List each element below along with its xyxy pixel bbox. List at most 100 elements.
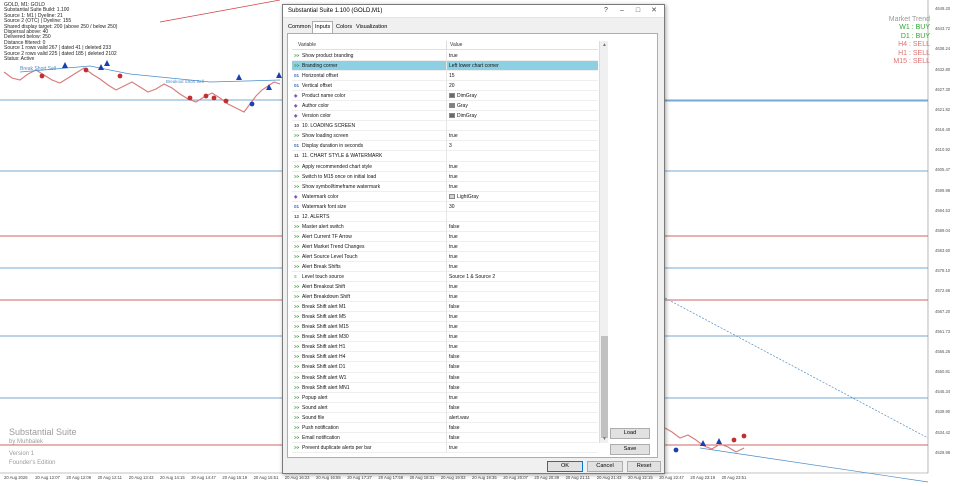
input-value[interactable]: true: [449, 294, 458, 300]
input-value[interactable]: true: [449, 324, 458, 330]
input-value[interactable]: 20: [449, 83, 455, 89]
input-row[interactable]: >> Show symbol/timeframe watermark true: [292, 181, 598, 192]
input-value[interactable]: 30: [449, 204, 455, 210]
input-value[interactable]: true: [449, 53, 458, 59]
input-value[interactable]: DimGray: [449, 113, 477, 119]
input-value-text: true: [449, 324, 458, 331]
input-value[interactable]: true: [449, 184, 458, 190]
input-value[interactable]: true: [449, 164, 458, 170]
input-value[interactable]: false: [449, 354, 460, 360]
grid-scrollbar[interactable]: ▲ ▼: [599, 41, 608, 443]
input-row[interactable]: >> Alert Market Trend Changes true: [292, 241, 598, 252]
scroll-thumb[interactable]: [601, 336, 608, 438]
input-value[interactable]: true: [449, 174, 458, 180]
help-icon[interactable]: ?: [600, 6, 612, 16]
input-row[interactable]: >> Sound file alert.wav: [292, 412, 598, 423]
input-row[interactable]: 01 Vertical offset 20: [292, 81, 598, 92]
input-value[interactable]: LightGray: [449, 193, 479, 200]
input-row[interactable]: >> Alert Source Level Touch true: [292, 251, 598, 262]
input-value[interactable]: true: [449, 254, 458, 260]
input-row[interactable]: >> Alert Breakout Shift true: [292, 282, 598, 293]
input-value[interactable]: true: [449, 314, 458, 320]
input-row[interactable]: >> Branding corner Left lower chart corner: [292, 61, 598, 72]
input-value[interactable]: false: [449, 435, 460, 441]
input-value[interactable]: true: [449, 244, 458, 250]
input-value[interactable]: false: [449, 364, 460, 370]
input-row[interactable]: >> Alert Current TF Arrow true: [292, 231, 598, 242]
dialog-titlebar[interactable]: Substantial Suite 1.100 (GOLD,M1) ? – □ …: [283, 5, 664, 18]
input-value[interactable]: true: [449, 344, 458, 350]
input-row[interactable]: >> Break Shift alert W1 false: [292, 372, 598, 383]
input-value[interactable]: true: [449, 334, 458, 340]
input-row[interactable]: >> Break Shift alert M15 true: [292, 322, 598, 333]
input-row[interactable]: >> Show product branding true: [292, 51, 598, 62]
input-row[interactable]: ◈ Watermark color LightGray: [292, 191, 598, 202]
input-row[interactable]: >> Switch to M15 once on initial load true: [292, 171, 598, 182]
input-value[interactable]: Gray: [449, 103, 468, 109]
input-row[interactable]: >> Break Shift alert H4 false: [292, 352, 598, 363]
load-button[interactable]: Load: [610, 428, 650, 439]
input-row[interactable]: 01 Display duration in seconds 3: [292, 141, 598, 152]
input-row[interactable]: >> Break Shift alert H1 true: [292, 342, 598, 353]
input-value[interactable]: 3: [449, 143, 452, 149]
reset-button[interactable]: Reset: [627, 461, 661, 472]
input-row[interactable]: >> Break Shift alert M30 true: [292, 332, 598, 343]
input-row[interactable]: >> Alert Break Shifts true: [292, 261, 598, 273]
input-row[interactable]: >> Push notification false: [292, 422, 598, 433]
input-value[interactable]: false: [449, 425, 460, 431]
tab-visualization[interactable]: Visualization: [354, 22, 389, 32]
scroll-up-icon[interactable]: ▲: [600, 41, 609, 49]
input-row[interactable]: >> Alert Breakdown Shift true: [292, 292, 598, 303]
close-icon[interactable]: ✕: [648, 6, 660, 16]
bool-icon: >>: [294, 424, 300, 430]
input-value[interactable]: true: [449, 264, 458, 270]
input-row[interactable]: ≡ Level touch source Source 1 & Source 2: [292, 272, 598, 283]
minimize-icon[interactable]: –: [616, 6, 628, 16]
input-row[interactable]: >> Show loading screen true: [292, 131, 598, 142]
scroll-down-icon[interactable]: ▼: [600, 435, 609, 443]
input-value-text: false: [449, 364, 460, 371]
input-row[interactable]: ◈ Version color DimGray: [292, 111, 598, 122]
properties-dialog[interactable]: Substantial Suite 1.100 (GOLD,M1) ? – □ …: [282, 4, 665, 474]
input-value[interactable]: false: [449, 375, 460, 381]
input-value[interactable]: 15: [449, 73, 455, 79]
input-value[interactable]: true: [449, 234, 458, 240]
input-value[interactable]: true: [449, 284, 458, 290]
tab-common[interactable]: Common: [286, 22, 313, 32]
input-value[interactable]: false: [449, 304, 460, 310]
input-row[interactable]: >> Break Shift alert M5 true: [292, 312, 598, 323]
tab-colors[interactable]: Colors: [334, 22, 354, 32]
price-tick-label: 4621.82: [935, 106, 951, 112]
input-row[interactable]: 10 10. LOADING SCREEN: [292, 121, 598, 132]
input-value[interactable]: true: [449, 445, 458, 451]
input-row[interactable]: ◈ Author color Gray: [292, 101, 598, 112]
input-row[interactable]: >> Email notification false: [292, 432, 598, 443]
input-row[interactable]: >> Prevent duplicate alerts per bar true: [292, 442, 598, 453]
input-value[interactable]: Source 1 & Source 2: [449, 274, 495, 280]
input-row[interactable]: 01 Horizontal offset 15: [292, 71, 598, 82]
input-value[interactable]: Left lower chart corner: [449, 63, 499, 69]
input-row[interactable]: >> Apply recommended chart style true: [292, 161, 598, 172]
input-row[interactable]: ◈ Product name color DimGray: [292, 91, 598, 102]
input-value[interactable]: alert.wav: [449, 415, 469, 421]
cancel-button[interactable]: Cancel: [587, 461, 623, 472]
input-row[interactable]: 12 12. ALERTS: [292, 211, 598, 222]
input-row[interactable]: >> Break Shift alert D1 false: [292, 362, 598, 373]
input-value[interactable]: true: [449, 133, 458, 139]
input-row[interactable]: >> Break Shift alert MN1 false: [292, 382, 598, 393]
maximize-icon[interactable]: □: [632, 6, 644, 16]
input-value[interactable]: false: [449, 224, 460, 230]
input-row[interactable]: >> Master alert switch false: [292, 221, 598, 232]
input-value[interactable]: DimGray: [449, 93, 477, 99]
input-value[interactable]: false: [449, 405, 460, 411]
input-row[interactable]: >> Popup alert true: [292, 392, 598, 403]
ok-button[interactable]: OK: [547, 461, 583, 472]
input-row[interactable]: >> Break Shift alert M1 false: [292, 302, 598, 313]
input-value[interactable]: false: [449, 385, 460, 391]
input-row[interactable]: >> Sound alert false: [292, 402, 598, 413]
tab-inputs[interactable]: Inputs: [312, 21, 334, 33]
input-value[interactable]: true: [449, 395, 458, 401]
input-row[interactable]: 01 Watermark font size 30: [292, 201, 598, 212]
save-button[interactable]: Save: [610, 444, 650, 455]
input-row[interactable]: 11 11. CHART STYLE & WATERMARK: [292, 151, 598, 162]
